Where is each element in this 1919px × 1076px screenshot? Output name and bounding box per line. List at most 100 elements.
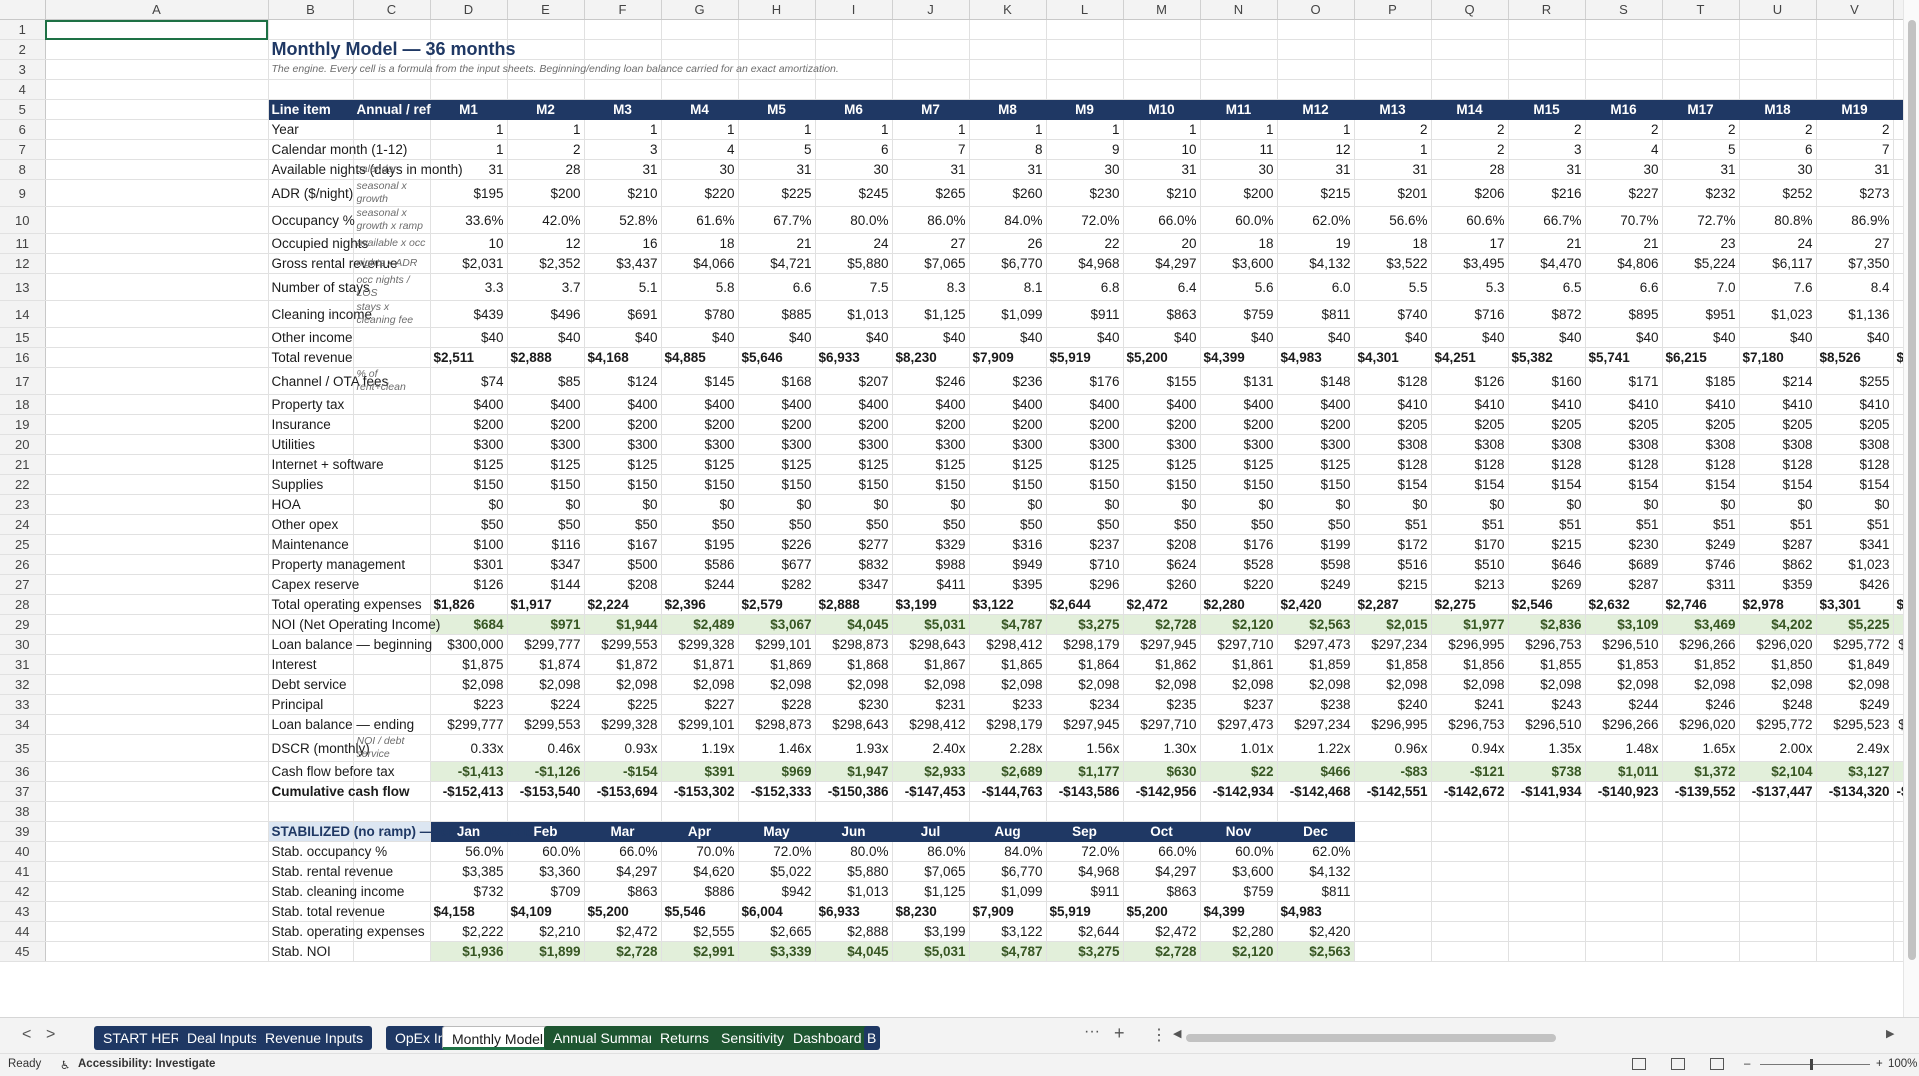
cell[interactable]: [661, 19, 739, 40]
value-cell[interactable]: 6.4: [1123, 273, 1201, 301]
value-cell[interactable]: $4,066: [661, 253, 739, 274]
row-header[interactable]: 8: [0, 159, 46, 180]
cell[interactable]: [45, 714, 269, 735]
row-header[interactable]: 19: [0, 414, 46, 435]
row-header[interactable]: 2: [0, 39, 46, 60]
spreadsheet-grid-area[interactable]: ABCDEFGHIJKLMNOPQRSTUVW12Monthly Model —…: [0, 0, 1919, 1017]
value-cell[interactable]: $287: [1739, 534, 1817, 555]
value-cell[interactable]: 7.5: [815, 273, 893, 301]
cell[interactable]: [1816, 901, 1894, 922]
cell[interactable]: [1585, 79, 1663, 100]
value-cell[interactable]: $128: [1739, 454, 1817, 475]
value-cell[interactable]: $347: [815, 574, 893, 595]
value-cell[interactable]: $50: [1200, 514, 1278, 535]
value-cell[interactable]: $210: [1123, 179, 1201, 207]
value-cell[interactable]: $244: [1585, 694, 1663, 715]
value-cell[interactable]: -$1,126: [507, 761, 585, 782]
value-cell[interactable]: $244: [661, 574, 739, 595]
value-cell[interactable]: $260: [969, 179, 1047, 207]
value-cell[interactable]: -$139,552: [1662, 781, 1740, 802]
value-cell[interactable]: $3,275: [1046, 614, 1124, 635]
value-cell[interactable]: 2: [507, 139, 585, 160]
value-cell[interactable]: $510: [1431, 554, 1509, 575]
value-cell[interactable]: $0: [1816, 494, 1894, 515]
value-cell[interactable]: $400: [815, 394, 893, 415]
row-header[interactable]: 10: [0, 206, 46, 234]
value-cell[interactable]: $150: [815, 474, 893, 495]
value-cell[interactable]: $0: [815, 494, 893, 515]
value-cell[interactable]: 1.22x: [1277, 734, 1355, 762]
value-cell[interactable]: $832: [815, 554, 893, 575]
line-item-label[interactable]: Maintenance: [268, 534, 354, 555]
value-cell[interactable]: $40: [892, 327, 970, 348]
value-cell[interactable]: $296,266: [1585, 714, 1663, 735]
month-header[interactable]: M2: [507, 99, 585, 120]
stab-value-cell[interactable]: $5,022: [738, 861, 816, 882]
value-cell[interactable]: $40: [430, 327, 508, 348]
month-header[interactable]: M17: [1662, 99, 1740, 120]
value-cell[interactable]: 10: [430, 233, 508, 254]
cell[interactable]: [45, 59, 269, 80]
value-cell[interactable]: $145: [661, 367, 739, 395]
cell[interactable]: [1354, 861, 1432, 882]
cell[interactable]: [1508, 801, 1586, 822]
line-item-label[interactable]: Cleaning income: [268, 300, 372, 328]
value-cell[interactable]: $50: [507, 514, 585, 535]
value-cell[interactable]: -$140,923: [1585, 781, 1663, 802]
stab-value-cell[interactable]: $4,132: [1277, 861, 1355, 882]
value-cell[interactable]: $1,013: [815, 300, 893, 328]
cell[interactable]: [45, 614, 269, 635]
cell[interactable]: [1739, 901, 1817, 922]
value-cell[interactable]: $300,000: [430, 634, 508, 655]
line-item-label[interactable]: Other income: [268, 327, 354, 348]
value-cell[interactable]: $245: [815, 179, 893, 207]
value-cell[interactable]: 5.8: [661, 273, 739, 301]
value-cell[interactable]: 1: [892, 119, 970, 140]
value-cell[interactable]: $2,644: [1046, 594, 1124, 615]
value-cell[interactable]: -$152,333: [738, 781, 816, 802]
value-cell[interactable]: $0: [1585, 494, 1663, 515]
value-cell[interactable]: 5: [1662, 139, 1740, 160]
value-cell[interactable]: 0.33x: [430, 734, 508, 762]
value-cell[interactable]: $2,280: [1200, 594, 1278, 615]
cell[interactable]: [1739, 79, 1817, 100]
value-cell[interactable]: $51: [1354, 514, 1432, 535]
stab-value-cell[interactable]: 56.0%: [430, 841, 508, 862]
value-cell[interactable]: $215: [1508, 534, 1586, 555]
value-cell[interactable]: $3,301: [1816, 594, 1894, 615]
value-cell[interactable]: $0: [1662, 494, 1740, 515]
stab-value-cell[interactable]: $4,620: [661, 861, 739, 882]
column-header[interactable]: B: [268, 0, 354, 20]
cell[interactable]: [1816, 801, 1894, 822]
value-cell[interactable]: $0: [507, 494, 585, 515]
cell[interactable]: [45, 300, 269, 328]
stab-month-header[interactable]: Mar: [584, 821, 662, 842]
cell[interactable]: [268, 801, 354, 822]
cell[interactable]: [584, 801, 662, 822]
zoom-in-icon[interactable]: +: [1876, 1058, 1883, 1070]
stab-value-cell[interactable]: $5,546: [661, 901, 739, 922]
value-cell[interactable]: 31: [738, 159, 816, 180]
value-cell[interactable]: $100: [430, 534, 508, 555]
value-cell[interactable]: $308: [1816, 434, 1894, 455]
month-header[interactable]: M6: [815, 99, 893, 120]
value-cell[interactable]: $40: [1431, 327, 1509, 348]
value-cell[interactable]: -$141,934: [1508, 781, 1586, 802]
value-cell[interactable]: $5,200: [1123, 347, 1201, 368]
stab-value-cell[interactable]: $2,991: [661, 941, 739, 962]
stab-value-cell[interactable]: 66.0%: [1123, 841, 1201, 862]
cell[interactable]: [1662, 39, 1740, 60]
value-cell[interactable]: $297,473: [1200, 714, 1278, 735]
cell[interactable]: [892, 79, 970, 100]
value-cell[interactable]: $1,947: [815, 761, 893, 782]
stab-value-cell[interactable]: 66.0%: [584, 841, 662, 862]
value-cell[interactable]: 31: [1277, 159, 1355, 180]
value-cell[interactable]: $205: [1431, 414, 1509, 435]
cell[interactable]: [1585, 39, 1663, 60]
line-item-label[interactable]: Gross rental revenue: [268, 253, 398, 274]
line-item-label[interactable]: Supplies: [268, 474, 354, 495]
value-cell[interactable]: $295,523: [1816, 714, 1894, 735]
value-cell[interactable]: -$154: [584, 761, 662, 782]
value-cell[interactable]: $213: [1431, 574, 1509, 595]
cell[interactable]: [45, 367, 269, 395]
